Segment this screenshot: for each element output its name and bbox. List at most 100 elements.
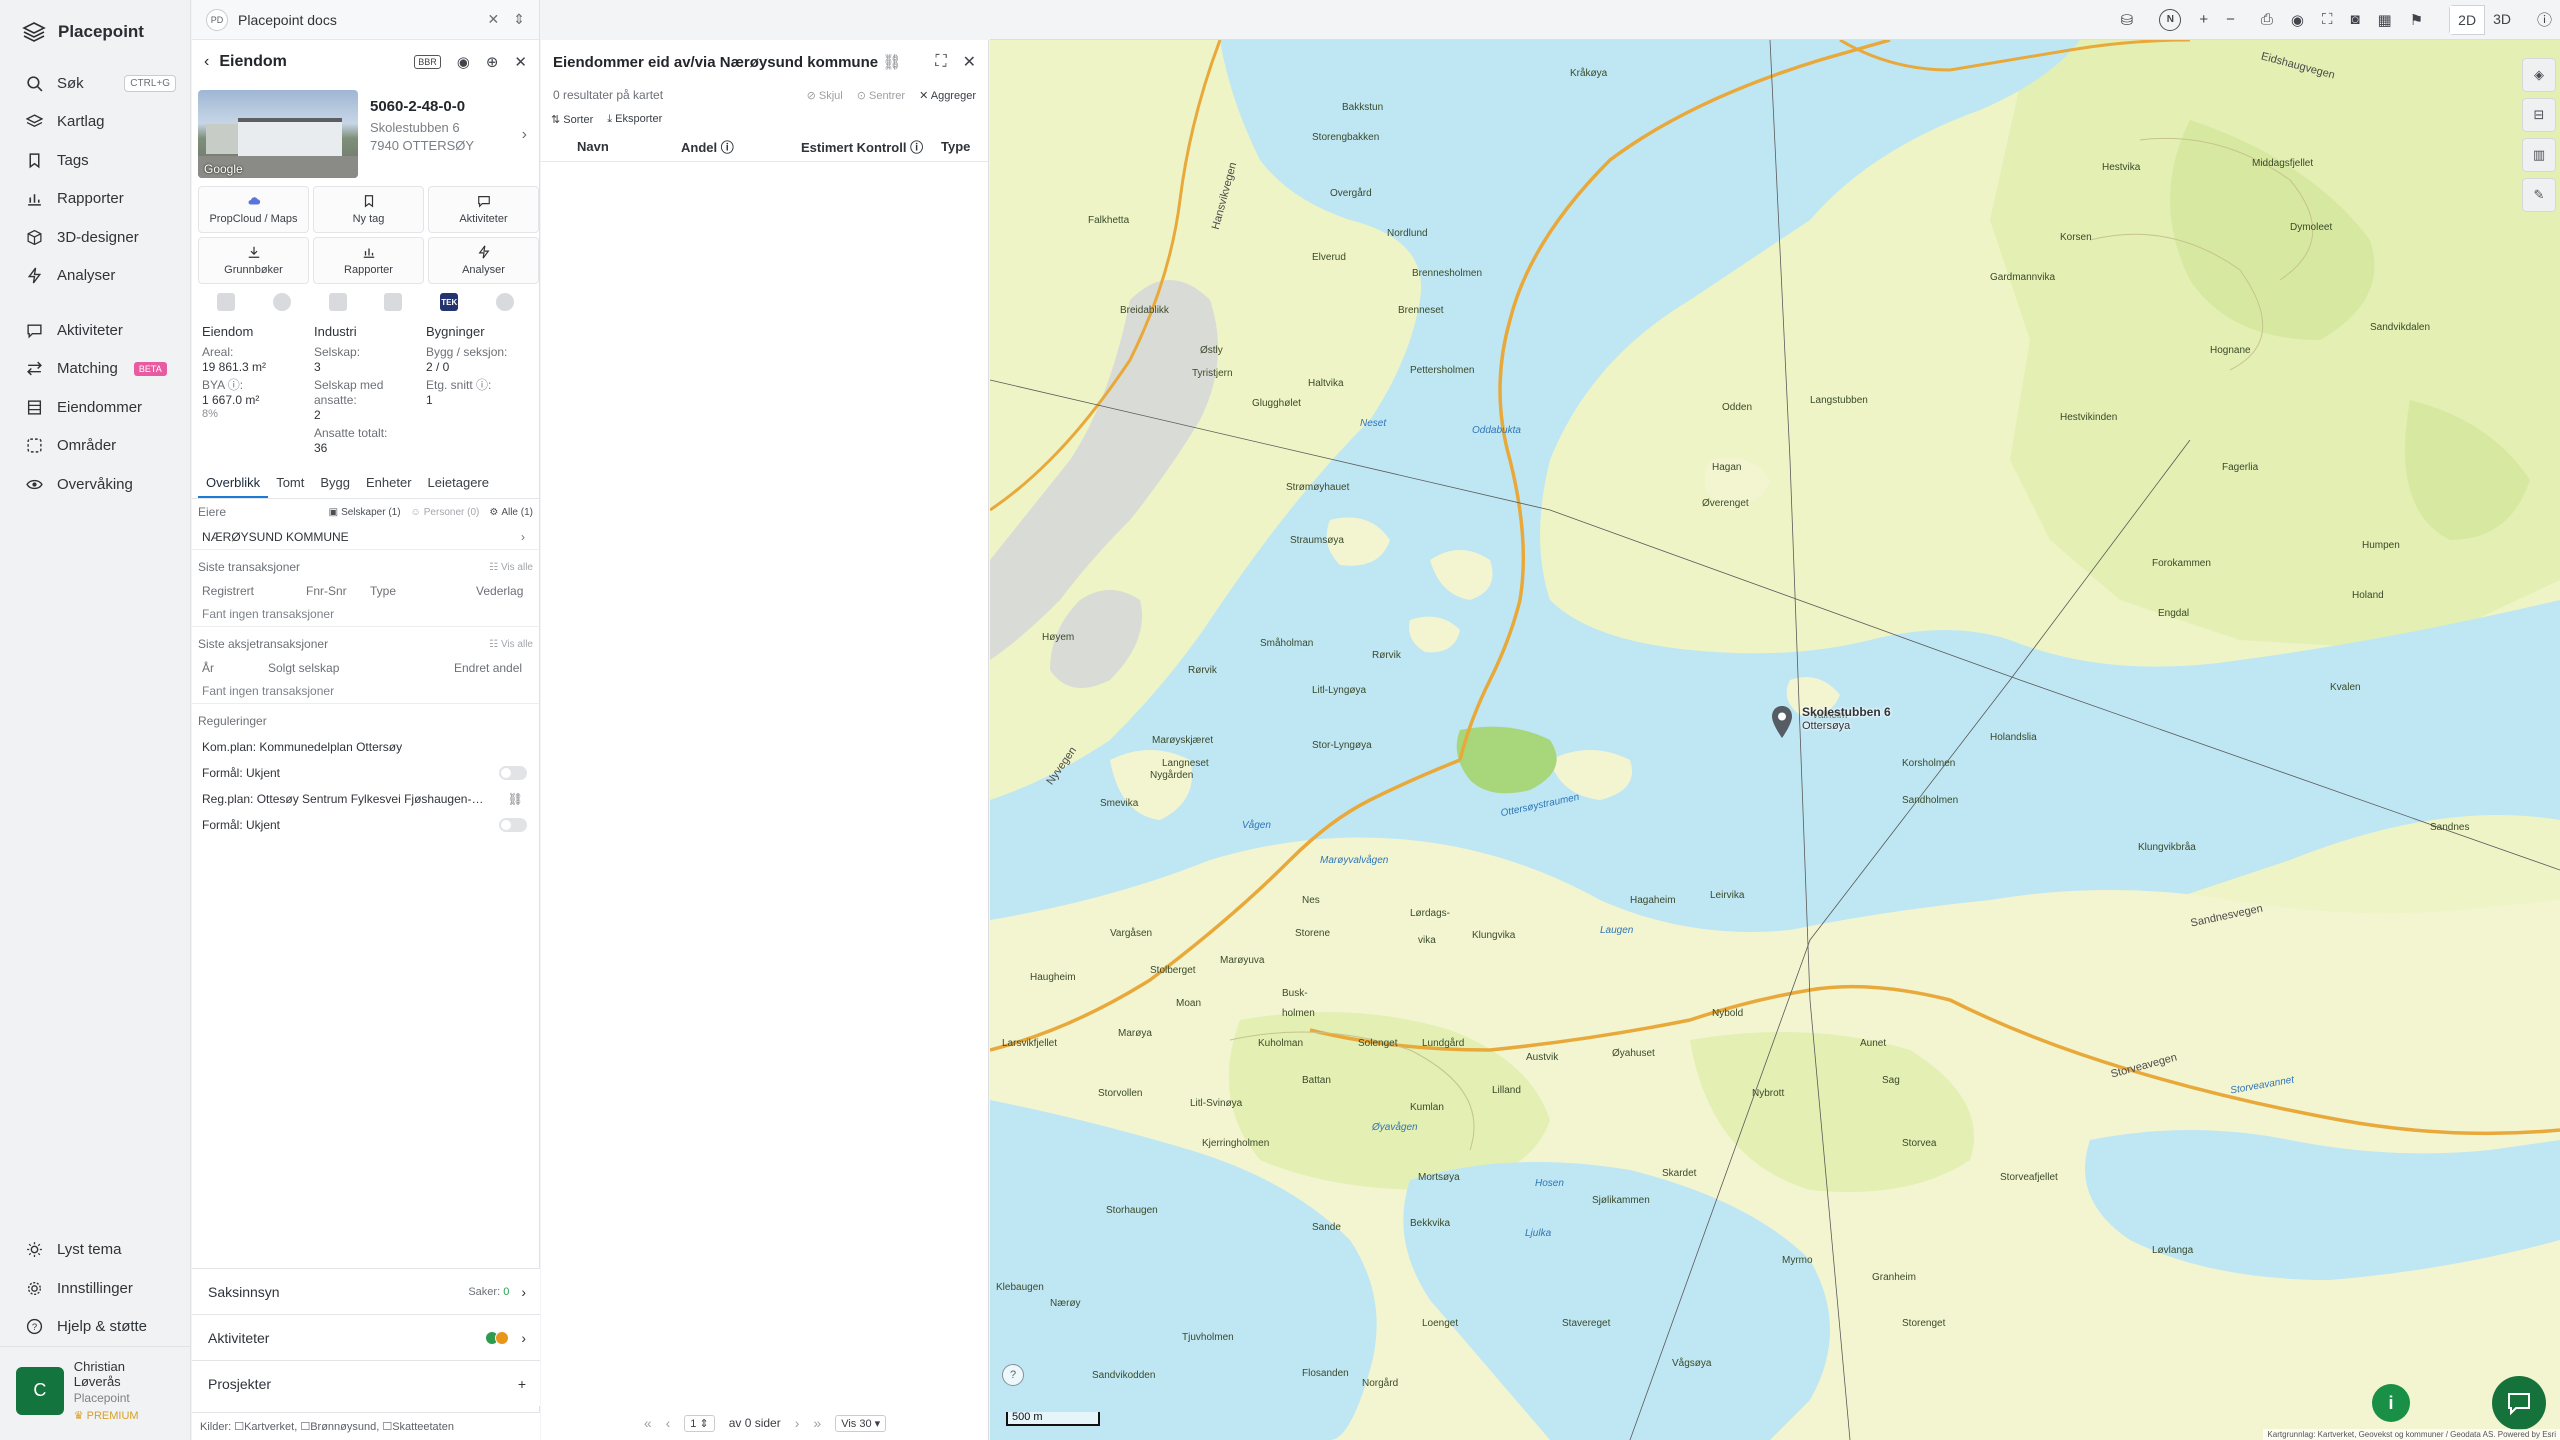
owner-row[interactable]: NÆRØYSUND KOMMUNE ›: [198, 525, 533, 549]
zoom-in-icon[interactable]: +: [2199, 11, 2208, 28]
plus-icon[interactable]: +: [518, 1376, 526, 1392]
prev-page-icon[interactable]: ‹: [666, 1415, 671, 1431]
aktiviteter-accordion[interactable]: Aktiviteter ›: [192, 1314, 540, 1360]
eye-icon[interactable]: ◉: [457, 53, 470, 71]
center-button[interactable]: ⊙ Sentrer: [857, 89, 905, 102]
nav-item-light-theme[interactable]: Lyst tema: [0, 1231, 191, 1270]
link-icon[interactable]: ⛓: [882, 54, 901, 71]
nav-item-analyses[interactable]: Analyser: [0, 257, 190, 296]
back-chevron-icon[interactable]: ‹: [204, 53, 209, 71]
basemap-icon[interactable]: ◈: [2522, 58, 2556, 92]
nav-item-tags[interactable]: Tags: [0, 141, 190, 180]
new-tag-button[interactable]: Ny tag: [313, 186, 424, 233]
companies-filter[interactable]: ▣ Selskaper (1): [329, 507, 401, 518]
tab-leietagere[interactable]: Leietagere: [420, 467, 497, 498]
prosjekter-accordion[interactable]: Prosjekter +: [192, 1360, 540, 1406]
per-page-select[interactable]: Vis 30 ▾: [835, 1414, 887, 1432]
column-header[interactable]: Registrert: [202, 584, 306, 598]
tab-enheter[interactable]: Enheter: [358, 467, 420, 498]
source-home-icon[interactable]: [496, 293, 515, 311]
map-canvas[interactable]: Kråkøya Bakkstun Storengbakken Hansvikve…: [990, 40, 2560, 1440]
layers-stack-icon[interactable]: ⛁: [2121, 11, 2134, 29]
column-header-estimert-kontroll[interactable]: Estimert Kontroll ⓘ: [801, 137, 941, 156]
chevron-updown-icon[interactable]: ⇕: [513, 11, 525, 28]
nav-item-properties[interactable]: Eiendommer: [0, 388, 190, 427]
tab-overblikk[interactable]: Overblikk: [198, 467, 269, 498]
next-page-icon[interactable]: ›: [795, 1415, 800, 1431]
column-header[interactable]: År: [202, 661, 268, 675]
location-pin-icon[interactable]: [1770, 705, 1794, 739]
persons-filter[interactable]: ☺ Personer (0): [411, 507, 480, 518]
grid-icon[interactable]: ▦: [2378, 11, 2392, 29]
zoom-out-icon[interactable]: −: [2226, 11, 2235, 28]
first-page-icon[interactable]: «: [644, 1415, 652, 1431]
export-button[interactable]: ⤓ Eksporter: [607, 113, 662, 126]
info-icon[interactable]: i: [2372, 1384, 2410, 1422]
purpose-toggle[interactable]: [499, 818, 527, 832]
column-header[interactable]: Vederlag: [476, 584, 523, 598]
bbr-icon[interactable]: BBR: [414, 55, 441, 69]
bookmark-icon[interactable]: ⚑: [2410, 11, 2423, 29]
sort-button[interactable]: ⇅ Sorter: [551, 113, 593, 126]
activities-button[interactable]: Aktiviteter: [428, 186, 539, 233]
measure-icon[interactable]: ⊟: [2522, 98, 2556, 132]
view-all-share-transactions[interactable]: ☷ Vis alle: [489, 639, 533, 650]
nav-item-layers[interactable]: Kartlag: [0, 103, 190, 142]
column-header[interactable]: Solgt selskap: [268, 661, 454, 675]
fullscreen-icon[interactable]: ⛶: [2322, 11, 2333, 28]
close-icon[interactable]: ✕: [514, 53, 527, 71]
nav-item-areas[interactable]: Områder: [0, 427, 190, 466]
brand[interactable]: Placepoint: [0, 0, 190, 64]
nav-item-reports[interactable]: Rapporter: [0, 180, 190, 219]
print-icon[interactable]: ⎙: [2261, 11, 2273, 28]
column-header[interactable]: Fnr-Snr: [306, 584, 370, 598]
nav-item-activities[interactable]: Aktiviteter: [0, 311, 190, 350]
help-icon[interactable]: ?: [1002, 1364, 1024, 1386]
nav-item-help[interactable]: ? Hjelp & støtte: [0, 1308, 191, 1347]
source-bars-icon[interactable]: [384, 293, 403, 311]
propcloud-button[interactable]: PropCloud / Maps: [198, 186, 309, 233]
page-select[interactable]: 1 ⇕: [684, 1414, 715, 1432]
hide-button[interactable]: ⊘ Skjul: [807, 89, 843, 102]
draw-icon[interactable]: ✎: [2522, 178, 2556, 212]
camera-icon[interactable]: ◙: [2350, 11, 2359, 28]
all-filter[interactable]: ⚙ Alle (1): [489, 507, 533, 518]
saksinnsyn-accordion[interactable]: Saksinnsyn Saker: 0 ›: [192, 1268, 540, 1314]
nav-item-search[interactable]: Søk CTRL+G: [0, 64, 190, 103]
visibility-icon[interactable]: ◉: [2291, 11, 2304, 29]
column-header[interactable]: Type: [370, 584, 476, 598]
expand-icon[interactable]: ⛶: [935, 52, 946, 72]
land-registry-button[interactable]: Grunnbøker: [198, 237, 309, 284]
column-header-navn[interactable]: Navn: [577, 139, 681, 154]
last-page-icon[interactable]: »: [813, 1415, 821, 1431]
tab-tomt[interactable]: Tomt: [268, 467, 312, 498]
nav-item-settings[interactable]: Innstillinger: [0, 1269, 191, 1308]
target-icon[interactable]: ⊕: [486, 53, 499, 71]
info-icon[interactable]: ⓘ: [2537, 9, 2552, 30]
purpose-toggle[interactable]: [499, 766, 527, 780]
source-globe-icon[interactable]: [272, 293, 291, 311]
compass-icon[interactable]: N: [2159, 8, 2182, 31]
tek-icon[interactable]: TEK: [440, 293, 459, 311]
chart-icon[interactable]: ▥: [2522, 138, 2556, 172]
aggregate-button[interactable]: ✕ Aggreger: [919, 89, 976, 102]
nav-item-matching[interactable]: Matching BETA: [0, 350, 190, 389]
close-icon[interactable]: ✕: [963, 52, 976, 72]
nav-item-monitoring[interactable]: Overvåking: [0, 465, 190, 504]
chevron-right-icon[interactable]: ›: [522, 126, 527, 144]
source-grid-icon[interactable]: [216, 293, 235, 311]
street-view-photo[interactable]: Google: [198, 90, 358, 178]
tab-bygg[interactable]: Bygg: [312, 467, 358, 498]
column-header[interactable]: Endret andel: [454, 661, 522, 675]
column-header-andel[interactable]: Andel ⓘ: [681, 137, 801, 156]
column-header-type[interactable]: Type: [941, 139, 970, 154]
reports-button[interactable]: Rapporter: [313, 237, 424, 284]
chat-support-button[interactable]: [2492, 1376, 2546, 1430]
close-icon[interactable]: ✕: [488, 11, 500, 28]
property-card[interactable]: Google 5060-2-48-0-0 Skolestubben 6 7940…: [192, 84, 539, 180]
analyses-button[interactable]: Analyser: [428, 237, 539, 284]
view-all-transactions[interactable]: ☷ Vis alle: [489, 562, 533, 573]
nav-item-3d-designer[interactable]: 3D-designer: [0, 218, 190, 257]
link-icon[interactable]: ⛓: [508, 792, 523, 806]
3d-button[interactable]: 3D: [2485, 5, 2519, 35]
